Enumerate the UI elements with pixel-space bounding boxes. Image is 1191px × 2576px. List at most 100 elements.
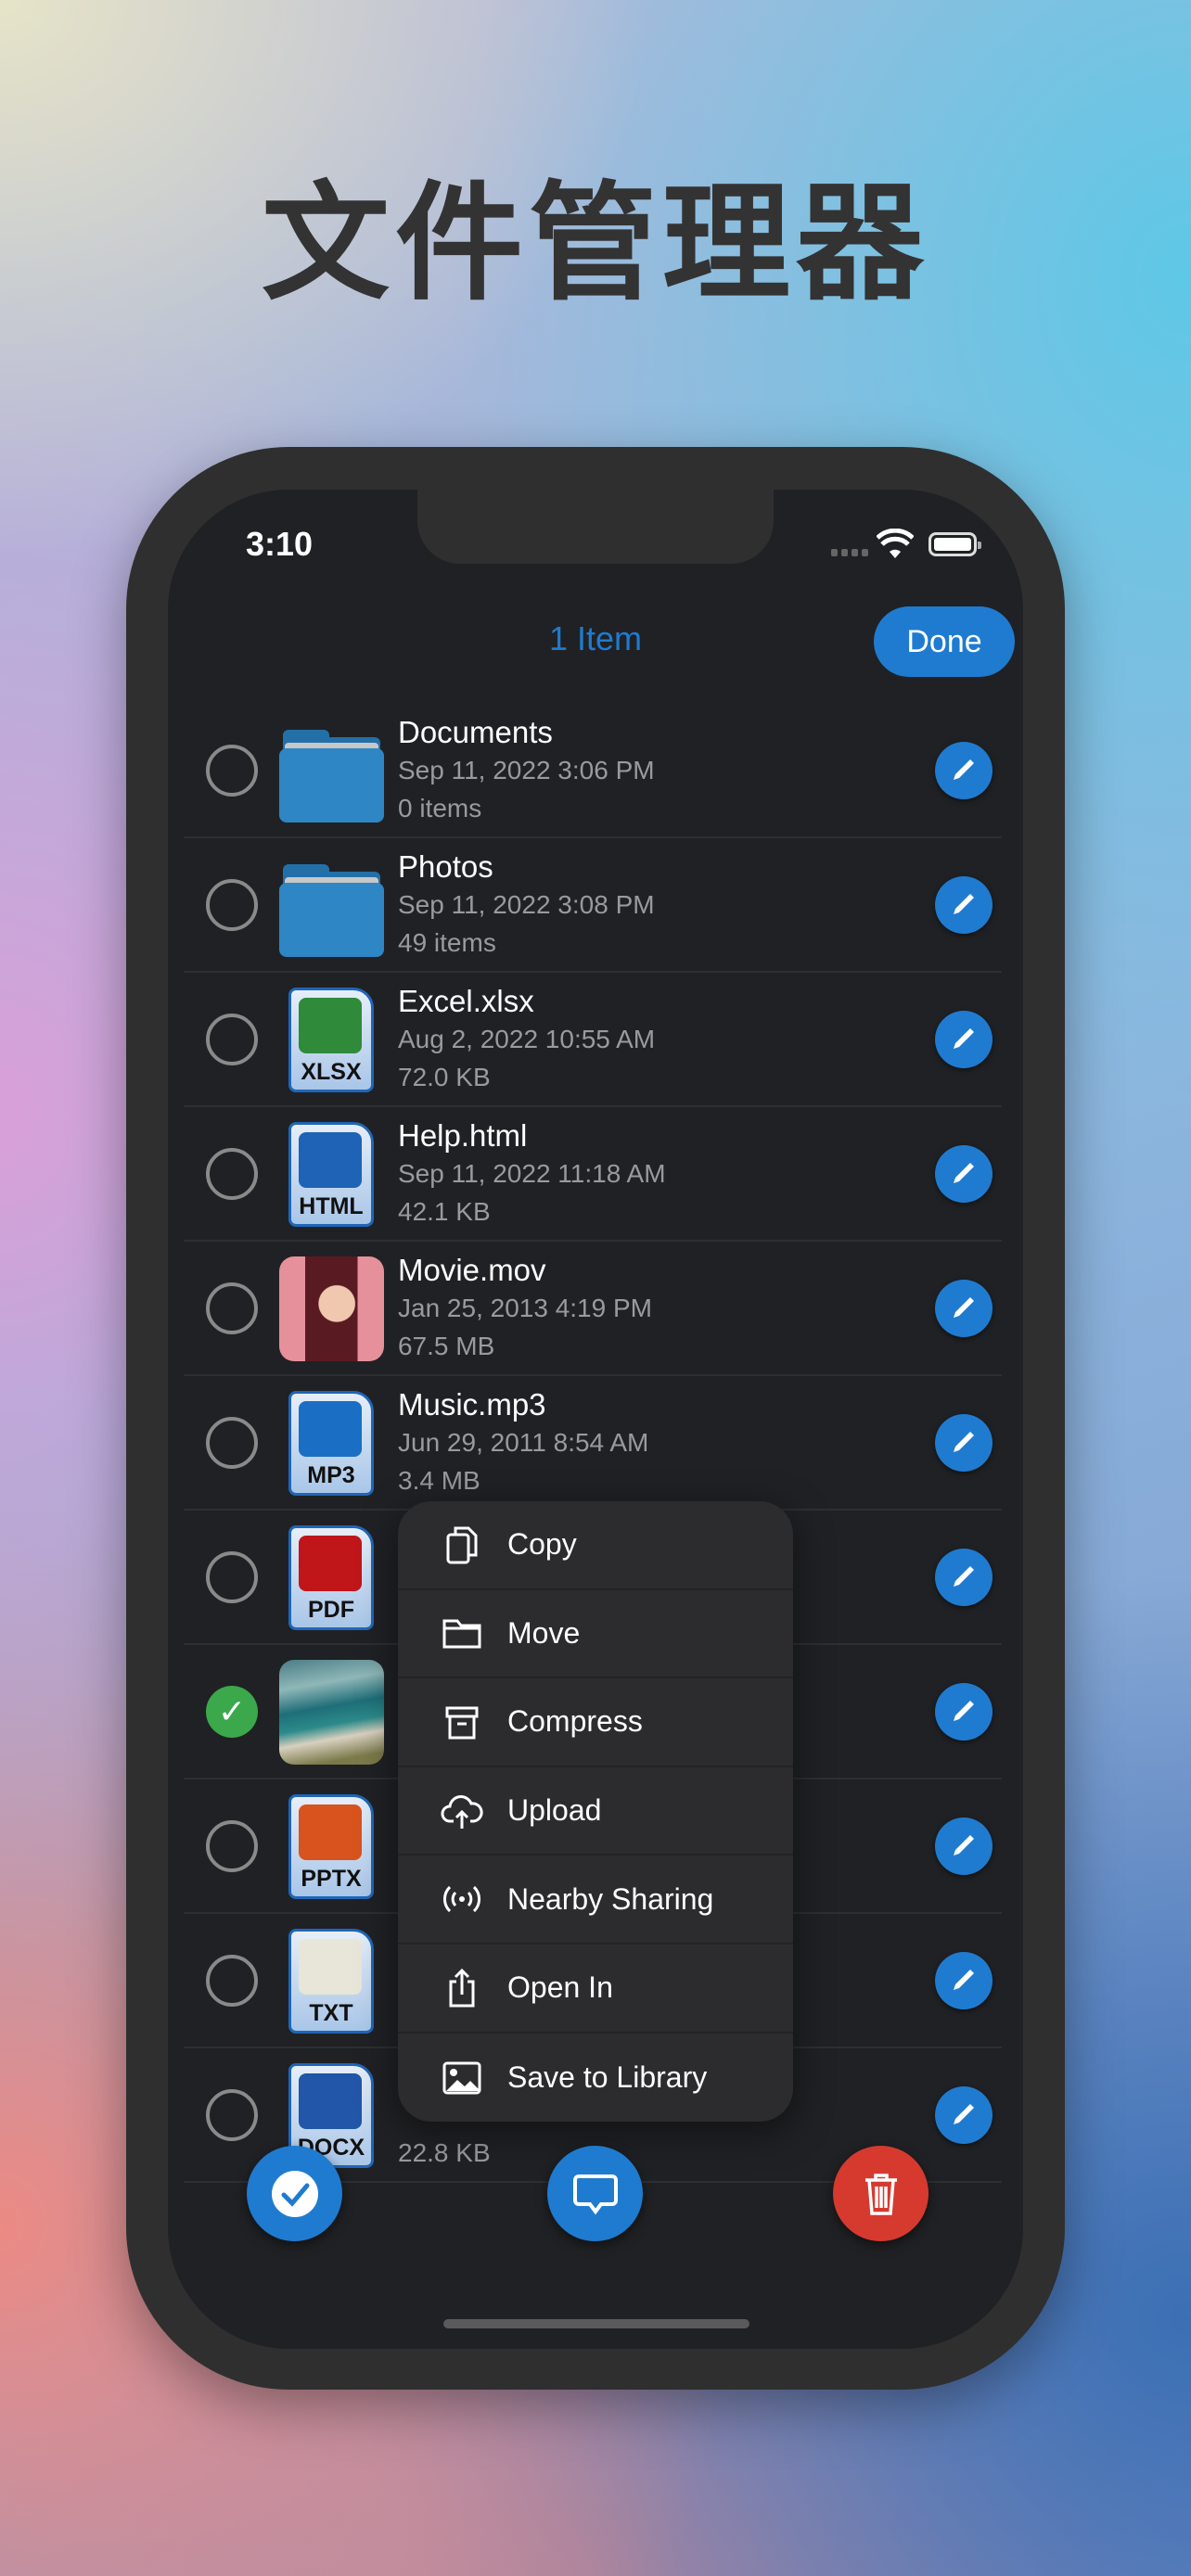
file-name: Help.html [398, 1118, 528, 1153]
menu-item-upload[interactable]: Upload [398, 1767, 793, 1856]
trash-icon [864, 2173, 897, 2215]
file-row[interactable]: MP3 Music.mp3 Jun 29, 2011 8:54 AM 3.4 M… [168, 1376, 1023, 1511]
checkbox[interactable] [206, 1282, 258, 1334]
pencil-icon [954, 2103, 974, 2124]
checkbox[interactable] [206, 1148, 258, 1200]
menu-item-save-to-library[interactable]: Save to Library [398, 2034, 793, 2122]
beach-photo-thumbnail [279, 1660, 384, 1765]
menu-item-label: Copy [507, 1527, 577, 1562]
pencil-icon [954, 1431, 974, 1452]
signal-icon [831, 549, 868, 556]
checkbox[interactable] [206, 1014, 258, 1065]
file-date: Jan 25, 2013 4:19 PM [398, 1294, 652, 1322]
checked-checkbox[interactable]: ✓ [206, 1686, 258, 1738]
file-row[interactable]: Movie.mov Jan 25, 2013 4:19 PM 67.5 MB [168, 1242, 1023, 1376]
menu-item-move[interactable]: Move [398, 1590, 793, 1679]
pencil-icon [954, 1969, 974, 1990]
menu-item-copy[interactable]: Copy [398, 1501, 793, 1590]
pencil-icon [954, 1296, 974, 1318]
edit-button[interactable] [935, 1145, 992, 1203]
edit-button[interactable] [935, 1549, 992, 1606]
file-icon-wrap: TXT [279, 1929, 384, 2034]
folder-icon [279, 864, 384, 957]
comment-button[interactable] [547, 2146, 643, 2241]
file-icon-wrap [279, 1256, 384, 1361]
file-detail: 42.1 KB [398, 1197, 491, 1226]
edit-button[interactable] [935, 1817, 992, 1875]
checkbox[interactable] [206, 1417, 258, 1469]
menu-item-label: Open In [507, 1970, 613, 2005]
pencil-icon [954, 1027, 974, 1049]
menu-item-open-in[interactable]: Open In [398, 1945, 793, 2034]
edit-button[interactable] [935, 2086, 992, 2144]
file-icon-wrap: MP3 [279, 1391, 384, 1496]
file-date: Sep 11, 2022 3:06 PM [398, 756, 655, 784]
delete-button[interactable] [833, 2146, 928, 2241]
edit-button[interactable] [935, 1414, 992, 1472]
edit-button[interactable] [935, 1952, 992, 2009]
menu-item-nearby-sharing[interactable]: Nearby Sharing [398, 1855, 793, 1945]
pencil-icon [954, 1162, 974, 1183]
file-detail: 67.5 MB [398, 1332, 495, 1360]
file-date: Jun 29, 2011 8:54 AM [398, 1428, 649, 1457]
checkbox[interactable] [206, 745, 258, 797]
file-detail: 0 items [398, 794, 482, 823]
file-row[interactable]: Documents Sep 11, 2022 3:06 PM 0 items [168, 704, 1023, 838]
menu-item-label: Move [507, 1615, 581, 1650]
edit-button[interactable] [935, 1011, 992, 1068]
file-detail: 3.4 MB [398, 1466, 480, 1495]
page-title: 文件管理器 [261, 169, 929, 318]
file-name: Documents [398, 715, 553, 749]
mp3-file-icon: MP3 [288, 1391, 374, 1496]
select-all-button[interactable] [247, 2146, 342, 2241]
pencil-icon [954, 1834, 974, 1855]
cloud-upload-icon [441, 1794, 483, 1829]
file-name: Photos [398, 849, 493, 884]
pencil-icon [954, 1700, 974, 1721]
file-name: Music.mp3 [398, 1387, 546, 1422]
menu-item-compress[interactable]: Compress [398, 1678, 793, 1767]
edit-button[interactable] [935, 742, 992, 799]
menu-item-label: Nearby Sharing [507, 1881, 714, 1916]
broadcast-icon [443, 1886, 480, 1913]
menu-item-label: Compress [507, 1704, 643, 1739]
file-date: Sep 11, 2022 11:18 AM [398, 1159, 666, 1188]
file-row[interactable]: Photos Sep 11, 2022 3:08 PM 49 items [168, 838, 1023, 973]
file-icon-wrap [279, 1660, 384, 1765]
folder-icon [442, 1619, 481, 1649]
battery-icon [928, 532, 981, 556]
file-detail: 72.0 KB [398, 1063, 491, 1091]
edit-button[interactable] [935, 876, 992, 934]
menu-item-label: Save to Library [507, 2060, 708, 2094]
home-indicator[interactable] [443, 2319, 749, 2328]
edit-button[interactable] [935, 1683, 992, 1741]
pdf-file-icon: PDF [288, 1525, 374, 1630]
file-icon-wrap: PDF [279, 1525, 384, 1630]
menu-item-label: Upload [507, 1793, 602, 1828]
checkmark-circle-icon [271, 2170, 318, 2217]
checkbox[interactable] [206, 1551, 258, 1603]
done-button[interactable]: Done [874, 606, 1015, 677]
copy-icon [446, 1526, 478, 1564]
file-icon-wrap: HTML [279, 1122, 384, 1227]
checkbox[interactable] [206, 2089, 258, 2141]
html-file-icon: HTML [288, 1122, 374, 1227]
file-date: Sep 11, 2022 3:08 PM [398, 890, 655, 919]
file-row[interactable]: XLSX Excel.xlsx Aug 2, 2022 10:55 AM 72.… [168, 973, 1023, 1107]
archive-icon [445, 1706, 479, 1740]
pptx-file-icon: PPTX [288, 1794, 374, 1899]
xlsx-file-icon: XLSX [288, 988, 374, 1092]
edit-button[interactable] [935, 1280, 992, 1337]
file-date: Aug 2, 2022 10:55 AM [398, 1025, 656, 1053]
file-name: Excel.xlsx [398, 984, 534, 1018]
share-icon [449, 1968, 475, 2008]
file-detail: 22.8 KB [398, 2138, 491, 2167]
checkbox[interactable] [206, 879, 258, 931]
checkbox[interactable] [206, 1955, 258, 2007]
file-icon-wrap [279, 719, 384, 823]
file-row[interactable]: HTML Help.html Sep 11, 2022 11:18 AM 42.… [168, 1107, 1023, 1242]
speech-bubble-icon [572, 2174, 618, 2214]
folder-icon [279, 730, 384, 823]
file-detail: 49 items [398, 928, 496, 957]
checkbox[interactable] [206, 1820, 258, 1872]
